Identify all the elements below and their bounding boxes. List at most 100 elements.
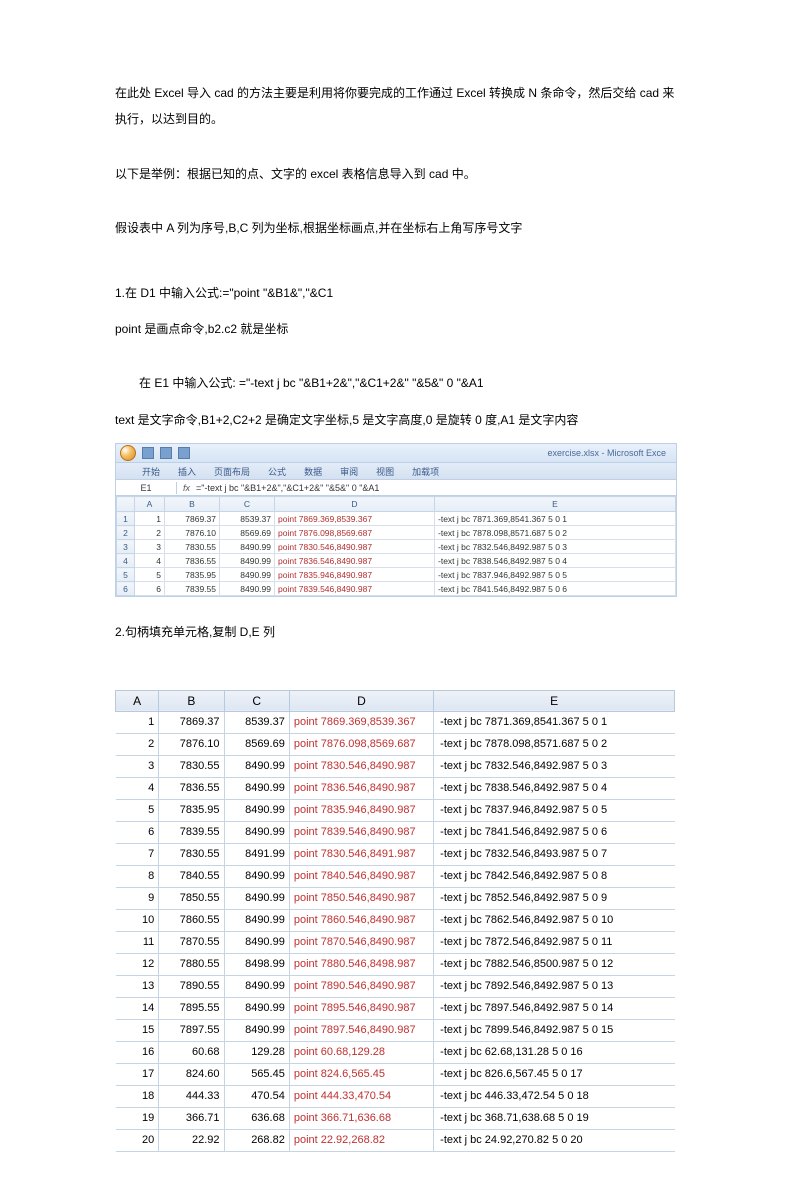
cell-e[interactable]: -text j bc 7878.098,8571.687 5 0 2 [434, 733, 675, 755]
cell-e[interactable]: -text j bc 7837.946,8492.987 5 0 5 [434, 799, 675, 821]
header-B[interactable]: B [159, 690, 224, 711]
cell-e[interactable]: -text j bc 7862.546,8492.987 5 0 10 [434, 909, 675, 931]
cell-b[interactable]: 7880.55 [159, 953, 224, 975]
cell-c[interactable]: 636.68 [224, 1107, 289, 1129]
cell-a[interactable]: 17 [116, 1063, 159, 1085]
tab-home[interactable]: 开始 [142, 465, 160, 478]
cell-e[interactable]: -text j bc 7871.369,8541.367 5 0 1 [434, 711, 675, 733]
cell-d[interactable]: point 7839.546,8490.987 [289, 821, 433, 843]
cell-b[interactable]: 7835.95 [159, 799, 224, 821]
tab-view[interactable]: 视图 [376, 465, 394, 478]
cell-e[interactable]: -text j bc 7841.546,8492.987 5 0 6 [434, 821, 675, 843]
cell-e[interactable]: -text j bc 7892.546,8492.987 5 0 13 [434, 975, 675, 997]
col-E[interactable]: E [435, 497, 676, 512]
cell-a[interactable]: 6 [116, 821, 159, 843]
cell-c[interactable]: 8539.37 [224, 711, 289, 733]
row-header[interactable]: 2 [117, 526, 135, 540]
cell-c[interactable]: 268.82 [224, 1129, 289, 1151]
cell[interactable]: -text j bc 7871.369,8541.367 5 0 1 [435, 512, 676, 526]
cell-c[interactable]: 8490.99 [224, 975, 289, 997]
cell-b[interactable]: 444.33 [159, 1085, 224, 1107]
cell[interactable]: 3 [135, 540, 165, 554]
cell-d[interactable]: point 7840.546,8490.987 [289, 865, 433, 887]
cell[interactable]: 5 [135, 568, 165, 582]
cell[interactable]: point 7836.546,8490.987 [275, 554, 435, 568]
cell[interactable]: 8490.99 [220, 540, 275, 554]
cell-b[interactable]: 7876.10 [159, 733, 224, 755]
cell-d[interactable]: point 7897.546,8490.987 [289, 1019, 433, 1041]
cell-e[interactable]: -text j bc 7852.546,8492.987 5 0 9 [434, 887, 675, 909]
cell-e[interactable]: -text j bc 368.71,638.68 5 0 19 [434, 1107, 675, 1129]
cell-e[interactable]: -text j bc 24.92,270.82 5 0 20 [434, 1129, 675, 1151]
cell[interactable]: point 7835.946,8490.987 [275, 568, 435, 582]
cell-b[interactable]: 7830.55 [159, 843, 224, 865]
cell-a[interactable]: 4 [116, 777, 159, 799]
cell-b[interactable]: 7840.55 [159, 865, 224, 887]
cell-a[interactable]: 10 [116, 909, 159, 931]
cell[interactable]: 7830.55 [165, 540, 220, 554]
tab-data[interactable]: 数据 [304, 465, 322, 478]
cell[interactable]: point 7830.546,8490.987 [275, 540, 435, 554]
cell-c[interactable]: 565.45 [224, 1063, 289, 1085]
cell[interactable]: -text j bc 7837.946,8492.987 5 0 5 [435, 568, 676, 582]
cell-d[interactable]: point 7870.546,8490.987 [289, 931, 433, 953]
cell-a[interactable]: 16 [116, 1041, 159, 1063]
cell-e[interactable]: -text j bc 7842.546,8492.987 5 0 8 [434, 865, 675, 887]
cell-d[interactable]: point 7830.546,8490.987 [289, 755, 433, 777]
cell-b[interactable]: 60.68 [159, 1041, 224, 1063]
cell-b[interactable]: 7869.37 [159, 711, 224, 733]
col-D[interactable]: D [275, 497, 435, 512]
cell-b[interactable]: 7897.55 [159, 1019, 224, 1041]
qat-redo-icon[interactable] [178, 447, 190, 459]
cell-a[interactable]: 3 [116, 755, 159, 777]
cell-b[interactable]: 22.92 [159, 1129, 224, 1151]
cell-a[interactable]: 5 [116, 799, 159, 821]
cell-d[interactable]: point 22.92,268.82 [289, 1129, 433, 1151]
cell-b[interactable]: 7870.55 [159, 931, 224, 953]
cell-e[interactable]: -text j bc 62.68,131.28 5 0 16 [434, 1041, 675, 1063]
cell-d[interactable]: point 824.6,565.45 [289, 1063, 433, 1085]
cell-e[interactable]: -text j bc 7838.546,8492.987 5 0 4 [434, 777, 675, 799]
name-box[interactable]: E1 [116, 482, 177, 494]
cell[interactable]: 4 [135, 554, 165, 568]
office-orb-icon[interactable] [120, 445, 136, 461]
cell-b[interactable]: 7860.55 [159, 909, 224, 931]
cell[interactable]: 7876.10 [165, 526, 220, 540]
cell-c[interactable]: 8490.99 [224, 865, 289, 887]
cell-e[interactable]: -text j bc 7832.546,8492.987 5 0 3 [434, 755, 675, 777]
cell-a[interactable]: 11 [116, 931, 159, 953]
cell-c[interactable]: 8490.99 [224, 777, 289, 799]
cell-a[interactable]: 19 [116, 1107, 159, 1129]
row-header[interactable]: 5 [117, 568, 135, 582]
cell-a[interactable]: 2 [116, 733, 159, 755]
cell[interactable]: 8490.99 [220, 568, 275, 582]
tab-layout[interactable]: 页面布局 [214, 465, 250, 478]
cell-c[interactable]: 8490.99 [224, 931, 289, 953]
cell-e[interactable]: -text j bc 7882.546,8500.987 5 0 12 [434, 953, 675, 975]
header-A[interactable]: A [116, 690, 159, 711]
cell-d[interactable]: point 444.33,470.54 [289, 1085, 433, 1107]
cell-d[interactable]: point 7876.098,8569.687 [289, 733, 433, 755]
cell[interactable]: point 7839.546,8490.987 [275, 582, 435, 596]
cell-d[interactable]: point 7850.546,8490.987 [289, 887, 433, 909]
row-header[interactable]: 4 [117, 554, 135, 568]
cell[interactable]: -text j bc 7841.546,8492.987 5 0 6 [435, 582, 676, 596]
cell-a[interactable]: 20 [116, 1129, 159, 1151]
cell-c[interactable]: 8498.99 [224, 953, 289, 975]
formula-text[interactable]: ="-text j bc "&B1+2&","&C1+2&" "&5&" 0 "… [196, 483, 379, 493]
cell-c[interactable]: 8490.99 [224, 909, 289, 931]
cell-a[interactable]: 1 [116, 711, 159, 733]
cell-d[interactable]: point 7890.546,8490.987 [289, 975, 433, 997]
cell-c[interactable]: 8569.69 [224, 733, 289, 755]
cell-c[interactable]: 8490.99 [224, 755, 289, 777]
cell-e[interactable]: -text j bc 7899.546,8492.987 5 0 15 [434, 1019, 675, 1041]
cell-a[interactable]: 8 [116, 865, 159, 887]
cell-d[interactable]: point 7835.946,8490.987 [289, 799, 433, 821]
col-A[interactable]: A [135, 497, 165, 512]
cell-b[interactable]: 7836.55 [159, 777, 224, 799]
cell-a[interactable]: 12 [116, 953, 159, 975]
cell-d[interactable]: point 7836.546,8490.987 [289, 777, 433, 799]
cell-b[interactable]: 7850.55 [159, 887, 224, 909]
cell-b[interactable]: 366.71 [159, 1107, 224, 1129]
col-B[interactable]: B [165, 497, 220, 512]
